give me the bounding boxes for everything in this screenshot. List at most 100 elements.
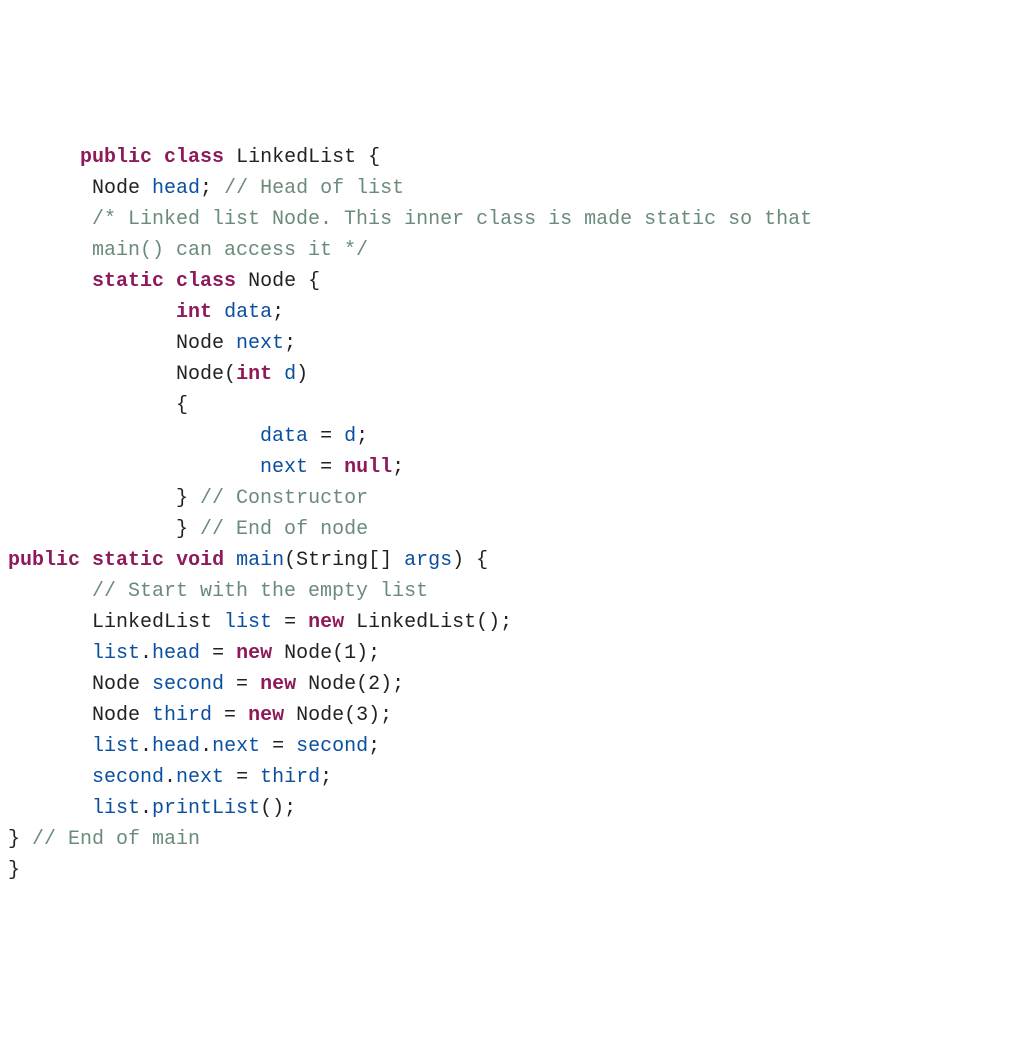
token-pun — [272, 363, 284, 386]
code-line: } // Constructor — [8, 483, 1024, 514]
code-line: int data; — [8, 297, 1024, 328]
token-pun: ; — [200, 177, 224, 200]
token-pun: ( — [224, 363, 236, 386]
code-line: list.head.next = second; — [8, 731, 1024, 762]
indent — [8, 611, 92, 634]
token-pun: = — [212, 704, 248, 727]
token-pun: = — [200, 642, 236, 665]
code-line: Node third = new Node(3); — [8, 700, 1024, 731]
token-id: third — [260, 766, 320, 789]
token-id: list — [92, 797, 140, 820]
token-pun: . — [140, 735, 152, 758]
code-line: data = d; — [8, 421, 1024, 452]
token-cls: Node — [176, 363, 224, 386]
token-pun: ; — [392, 456, 404, 479]
token-kw: class — [164, 146, 224, 169]
token-pun: ) — [296, 363, 308, 386]
token-cmt: // End of node — [200, 518, 368, 541]
token-pun — [284, 704, 296, 727]
token-cls: Node — [284, 642, 332, 665]
token-pun — [236, 270, 248, 293]
code-line: list.head = new Node(1); — [8, 638, 1024, 669]
code-line: next = null; — [8, 452, 1024, 483]
indent — [8, 332, 176, 355]
token-cls: LinkedList — [236, 146, 356, 169]
token-id: d — [284, 363, 296, 386]
token-pun — [344, 611, 356, 634]
token-pun — [164, 549, 176, 572]
indent — [8, 735, 92, 758]
code-line: // Start with the empty list — [8, 576, 1024, 607]
token-pun — [164, 270, 176, 293]
token-cmt: // End of main — [32, 828, 200, 851]
token-kw: public — [8, 549, 80, 572]
token-cls: Node — [248, 270, 296, 293]
token-pun: = — [260, 735, 296, 758]
token-pun: . — [164, 766, 176, 789]
token-cls: Node — [308, 673, 356, 696]
token-pun: ) { — [452, 549, 488, 572]
token-pun: ( — [332, 642, 344, 665]
code-line: } // End of main — [8, 824, 1024, 855]
token-pun: ; — [368, 735, 380, 758]
token-pun: . — [140, 642, 152, 665]
token-kw: int — [236, 363, 272, 386]
code-line: second.next = third; — [8, 762, 1024, 793]
code-line: LinkedList list = new LinkedList(); — [8, 607, 1024, 638]
token-kw: new — [260, 673, 296, 696]
token-id: list — [92, 735, 140, 758]
token-id: head — [152, 735, 200, 758]
token-pun: ); — [356, 642, 380, 665]
token-pun — [224, 146, 236, 169]
token-cls: Node — [92, 673, 152, 696]
code-line: main() can access it */ — [8, 235, 1024, 266]
indent — [8, 425, 260, 448]
token-cls: Node — [92, 177, 152, 200]
token-pun — [80, 549, 92, 572]
token-id: next — [212, 735, 260, 758]
token-pun: (); — [476, 611, 512, 634]
indent — [8, 270, 92, 293]
code-line: Node second = new Node(2); — [8, 669, 1024, 700]
token-num: 2 — [368, 673, 380, 696]
token-pun: . — [140, 797, 152, 820]
indent — [8, 363, 176, 386]
token-kw: new — [248, 704, 284, 727]
token-id: head — [152, 177, 200, 200]
token-pun: ; — [272, 301, 284, 324]
token-id: list — [224, 611, 272, 634]
token-cls: LinkedList — [92, 611, 224, 634]
token-cmt: main() can access it */ — [92, 239, 368, 262]
token-id: second — [152, 673, 224, 696]
token-cls: Node — [176, 332, 236, 355]
token-pun: = — [308, 425, 344, 448]
token-pun: { — [356, 146, 380, 169]
token-num: 3 — [356, 704, 368, 727]
token-kw: new — [308, 611, 344, 634]
indent — [8, 208, 92, 231]
token-id: data — [224, 301, 272, 324]
token-pun: ; — [320, 766, 332, 789]
token-kw: null — [344, 456, 392, 479]
token-num: 1 — [344, 642, 356, 665]
token-cls: (String[] — [284, 549, 404, 572]
token-pun: = — [224, 673, 260, 696]
java-code-snippet: public class LinkedList { Node head; // … — [8, 142, 1024, 886]
token-id: head — [152, 642, 200, 665]
token-id: second — [296, 735, 368, 758]
code-line: } // End of node — [8, 514, 1024, 545]
token-cls: LinkedList — [356, 611, 476, 634]
token-id: args — [404, 549, 452, 572]
code-line: Node head; // Head of list — [8, 173, 1024, 204]
token-kw: int — [176, 301, 212, 324]
token-kw: class — [176, 270, 236, 293]
indent — [8, 704, 92, 727]
token-pun — [224, 549, 236, 572]
token-pun: ( — [344, 704, 356, 727]
token-cmt: /* Linked list Node. This inner class is… — [92, 208, 812, 231]
indent — [8, 487, 176, 510]
token-pun: ; — [284, 332, 296, 355]
token-id: next — [236, 332, 284, 355]
token-mth: printList — [152, 797, 260, 820]
code-line: { — [8, 390, 1024, 421]
